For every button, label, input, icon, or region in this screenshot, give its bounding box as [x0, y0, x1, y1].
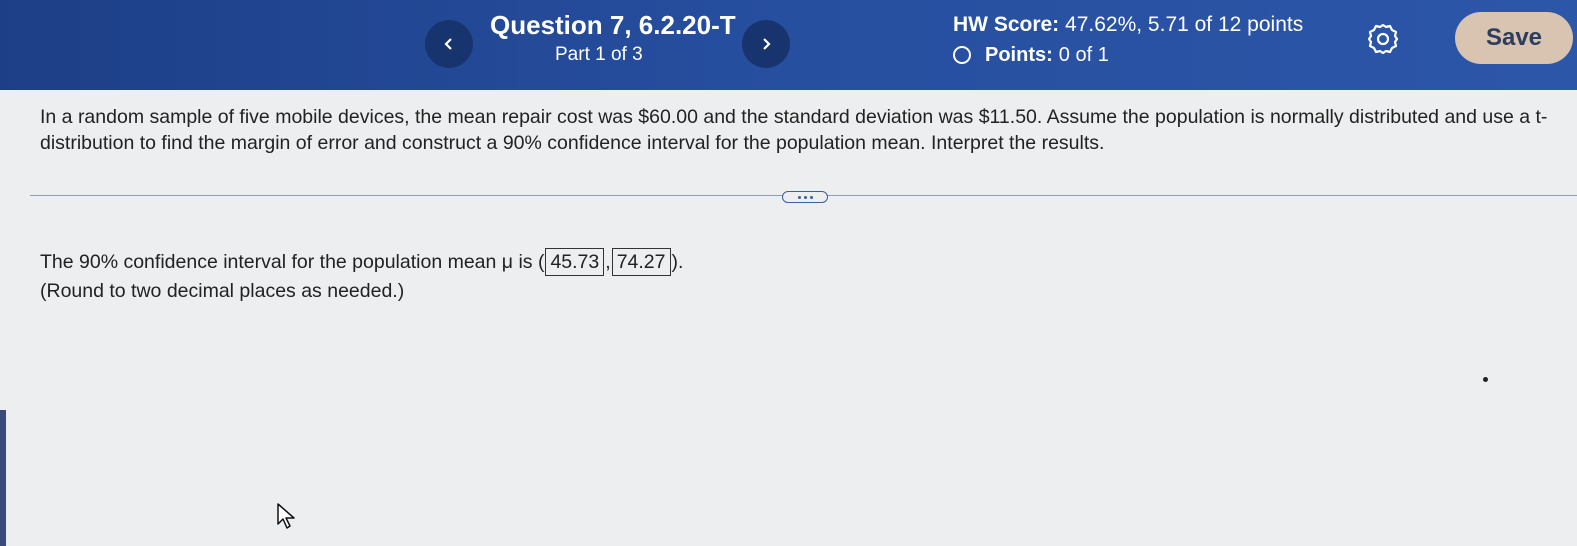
- chevron-right-icon: [763, 38, 771, 50]
- upper-bound-input[interactable]: 74.27: [611, 248, 671, 276]
- question-text: In a random sample of five mobile device…: [40, 106, 1548, 154]
- hw-score-value: 47.62%, 5.71 of 12 points: [1065, 13, 1304, 36]
- answer-prefix: The 90% confidence interval for the popu…: [40, 251, 545, 273]
- gear-icon[interactable]: [1366, 22, 1400, 56]
- circle-outline-icon: [953, 46, 971, 64]
- hw-score-label: HW Score:: [953, 13, 1060, 36]
- answer-separator: ,: [605, 251, 611, 273]
- mouse-cursor-icon: [277, 503, 295, 529]
- hw-score: HW Score: 47.62%, 5.71 of 12 points: [953, 13, 1303, 37]
- answer-line: The 90% confidence interval for the popu…: [40, 247, 683, 277]
- expand-more-button[interactable]: [782, 191, 828, 203]
- dot-icon: [797, 195, 801, 199]
- next-question-button[interactable]: [742, 20, 790, 68]
- stray-dot: [1483, 377, 1488, 382]
- top-bar: Question 7, 6.2.20-T Part 1 of 3 HW Scor…: [0, 0, 1577, 90]
- chevron-left-icon: [444, 38, 452, 50]
- previous-question-button[interactable]: [425, 20, 473, 68]
- points-label: Points:: [985, 43, 1053, 66]
- question-title: Question 7, 6.2.20-T: [490, 10, 736, 40]
- question-part: Part 1 of 3: [555, 44, 643, 65]
- lower-bound-input[interactable]: 45.73: [545, 248, 605, 276]
- answer-suffix: ).: [671, 251, 684, 273]
- points-status: Points: 0 of 1: [953, 42, 1109, 68]
- save-button[interactable]: Save: [1455, 12, 1573, 64]
- left-edge-strip: [0, 410, 6, 546]
- dot-icon: [803, 195, 807, 199]
- dot-icon: [809, 195, 813, 199]
- points-value: 0 of 1: [1058, 43, 1109, 66]
- rounding-note: (Round to two decimal places as needed.): [40, 280, 405, 302]
